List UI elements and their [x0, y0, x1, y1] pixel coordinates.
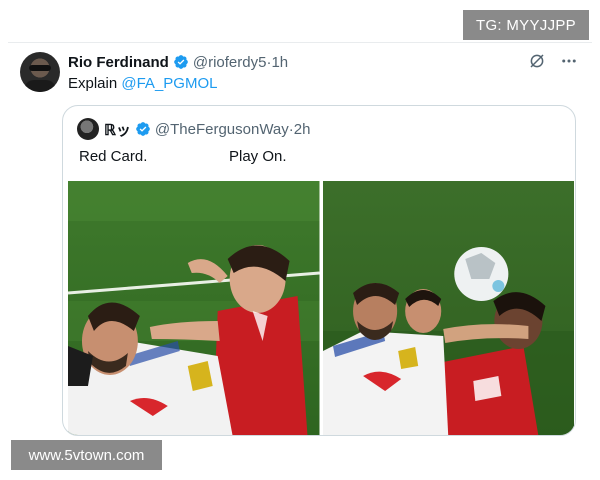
media-image-right[interactable] [322, 181, 574, 435]
media-grid [68, 181, 574, 435]
mention-link[interactable]: @FA_PGMOL [121, 75, 217, 92]
caption-play-on: Play On. [229, 148, 287, 165]
watermark-top: TG: MYYJJPP [463, 10, 589, 40]
quoted-verified-badge-icon [136, 122, 150, 136]
quoted-author-avatar[interactable] [77, 118, 99, 140]
tweet-time[interactable]: 1h [271, 54, 288, 71]
tweet-header: Rio Ferdinand @rioferdy5 · 1h [68, 52, 288, 72]
tweet-text-prefix: Explain [68, 75, 122, 92]
verified-badge-icon [174, 55, 188, 69]
more-icon[interactable] [560, 52, 578, 70]
tweet-text: Explain @FA_PGMOL [68, 75, 217, 92]
media-image-left[interactable] [68, 181, 320, 435]
grok-icon[interactable] [528, 52, 546, 70]
top-divider [8, 42, 592, 43]
quoted-tweet[interactable]: ℝッ @TheFergusonWay · 2h Red Card. Play O… [62, 105, 576, 436]
author-avatar[interactable] [20, 52, 60, 92]
quoted-tweet-time[interactable]: 2h [294, 121, 311, 138]
author-name[interactable]: Rio Ferdinand [68, 54, 169, 71]
quoted-author-name[interactable]: ℝッ [104, 119, 131, 140]
caption-red-card: Red Card. [79, 148, 148, 165]
author-handle[interactable]: @rioferdy5 [193, 54, 267, 71]
tweet-actions [528, 52, 578, 70]
quoted-author-handle[interactable]: @TheFergusonWay [155, 121, 289, 138]
quoted-tweet-header: ℝッ @TheFergusonWay · 2h [77, 118, 310, 140]
watermark-bottom: www.5vtown.com [11, 440, 162, 470]
